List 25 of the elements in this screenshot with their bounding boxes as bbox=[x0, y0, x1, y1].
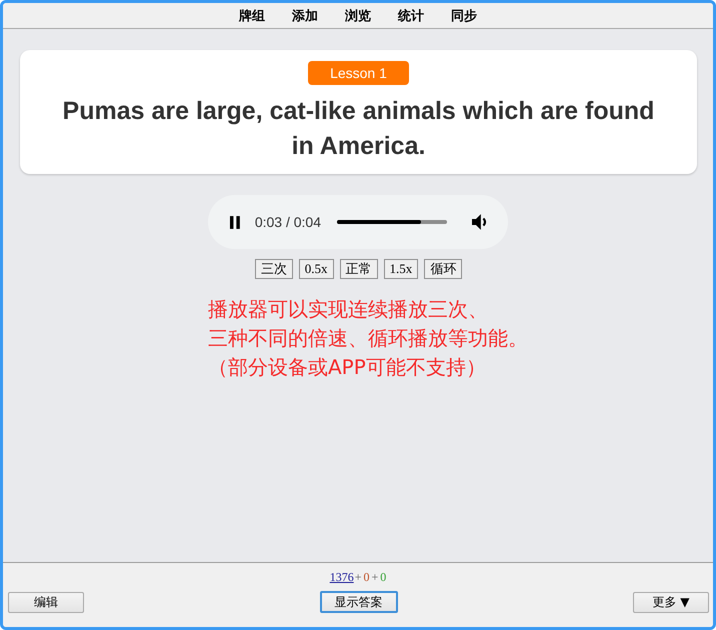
count-text: 0 bbox=[380, 570, 386, 584]
nav-link[interactable]: 统计 bbox=[398, 6, 424, 24]
speed-button[interactable]: 1.5x bbox=[384, 259, 418, 279]
speed-button[interactable]: 三次 bbox=[254, 259, 293, 279]
note-text: 播放器可以实现连续播放三次、 三种不同的倍速、循环播放等功能。 （部分设备或APP可能不支持） bbox=[208, 296, 529, 381]
speed-button[interactable]: 正常 bbox=[340, 259, 378, 279]
volume-icon[interactable] bbox=[472, 214, 489, 230]
nav-link[interactable]: 添加 bbox=[292, 6, 318, 24]
show-answer-button[interactable]: 显示答案 bbox=[320, 591, 398, 613]
count-text: 0 bbox=[364, 570, 370, 584]
lesson-badge: Lesson 1 bbox=[308, 61, 409, 85]
speed-button[interactable]: 0.5x bbox=[298, 259, 334, 279]
card-count-link[interactable]: 1376 bbox=[330, 570, 354, 584]
nav-link[interactable]: 浏览 bbox=[345, 6, 371, 24]
sentence-text: Pumas are large, cat-like animals which are found in America. bbox=[62, 96, 656, 162]
progress-track[interactable] bbox=[336, 220, 448, 224]
pause-icon[interactable] bbox=[229, 216, 241, 228]
edit-button[interactable]: 编辑 bbox=[8, 592, 84, 613]
plus-sign: + bbox=[372, 570, 378, 584]
more-button[interactable]: 更多 ▼ bbox=[633, 592, 709, 613]
nav-link[interactable]: 同步 bbox=[451, 6, 477, 24]
nav-link[interactable]: 牌组 bbox=[239, 6, 265, 24]
time-display: 0:03 / 0:04 bbox=[254, 214, 321, 230]
plus-sign: + bbox=[354, 570, 362, 584]
speed-button[interactable]: 循环 bbox=[424, 259, 462, 279]
